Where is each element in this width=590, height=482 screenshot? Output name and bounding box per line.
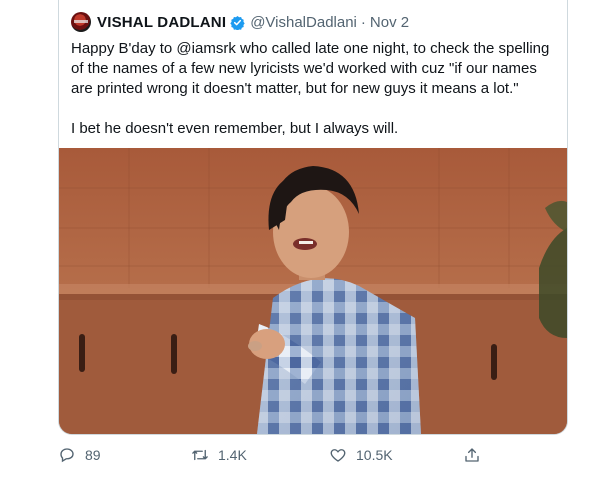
author-handle[interactable]: @VishalDadlani (250, 14, 357, 31)
tweet-line: of the names of a few new lyricists we'd… (71, 60, 537, 77)
author-avatar[interactable] (71, 12, 91, 32)
share-icon (465, 448, 479, 462)
reply-count: 89 (85, 447, 101, 463)
tweet-card[interactable]: VISHAL DADLANI @VishalDadlani · Nov 2 Ha… (58, 0, 568, 435)
separator-dot: · (360, 13, 366, 31)
tweet-actions: 89 1.4K 10.5K (58, 446, 566, 472)
tweet-line: are printed wrong it doesn't matter, but… (71, 80, 519, 97)
reply-button[interactable]: 89 (58, 446, 101, 464)
retweet-count: 1.4K (218, 447, 247, 463)
share-button[interactable] (463, 446, 490, 464)
author-name[interactable]: VISHAL DADLANI (97, 14, 226, 31)
retweet-button[interactable]: 1.4K (191, 446, 247, 464)
tweet-line: I bet he doesn't even remember, but I al… (71, 120, 399, 137)
photo-image (59, 148, 567, 434)
tweet-photo[interactable] (59, 148, 567, 434)
retweet-icon (192, 449, 208, 461)
like-count: 10.5K (356, 447, 393, 463)
reply-icon (60, 448, 74, 463)
tweet-text: Happy B'day to @iamsrk who called late o… (71, 39, 561, 139)
tweet-header: VISHAL DADLANI @VishalDadlani · Nov 2 (71, 11, 409, 33)
like-button[interactable]: 10.5K (329, 446, 393, 464)
verified-icon (230, 15, 245, 30)
tweet-line: Happy B'day to @iamsrk who called late o… (71, 40, 550, 57)
like-icon (330, 449, 346, 462)
tweet-date[interactable]: Nov 2 (370, 14, 409, 31)
